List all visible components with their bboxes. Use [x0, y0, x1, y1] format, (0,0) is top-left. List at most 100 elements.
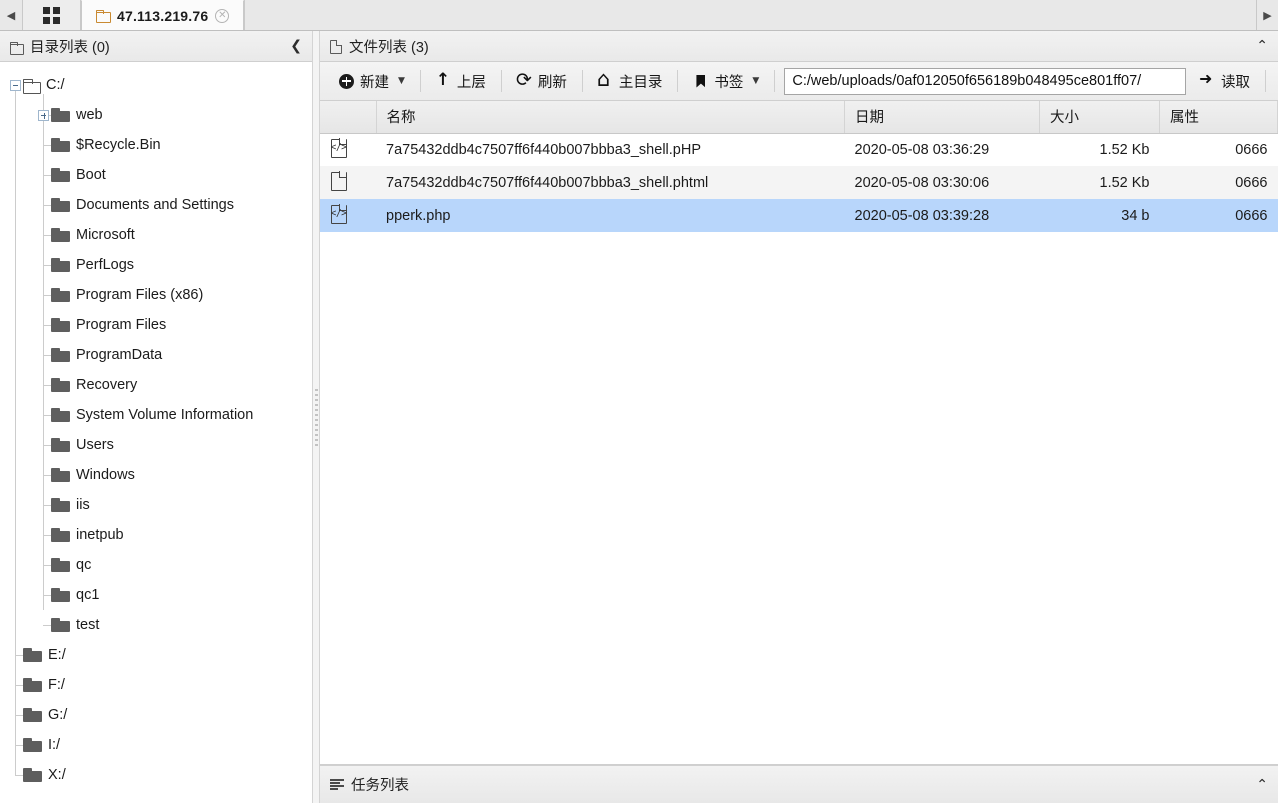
home-button[interactable]: 主目录 [587, 67, 674, 95]
tree-item-program-files-x86[interactable]: Program Files (x86) [0, 280, 312, 310]
tree-item-recovery[interactable]: Recovery [0, 370, 312, 400]
refresh-button[interactable]: 刷新 [506, 67, 578, 95]
code-glyph-icon: </> [330, 207, 347, 219]
folder-icon [51, 558, 70, 572]
table-header-col-name[interactable]: 名称 [376, 101, 845, 134]
table-row[interactable]: 7a75432ddb4c7507ff6f440b007bbba3_shell.p… [320, 166, 1278, 199]
file-size-cell: 34 b [1039, 199, 1160, 232]
folder-icon [51, 378, 70, 392]
collapse-node-icon[interactable] [10, 79, 21, 91]
tree-item-program-files[interactable]: Program Files [0, 310, 312, 340]
task-list-bar[interactable]: 任务列表 ⌃ [320, 765, 1278, 803]
file-attr-cell: 0666 [1159, 166, 1278, 199]
tree-item-recycle-bin[interactable]: $Recycle.Bin [0, 130, 312, 160]
table-header-col-attr[interactable]: 属性 [1159, 101, 1278, 134]
folder-icon [51, 318, 70, 332]
directory-panel-title: 目录列表 (0) [30, 39, 110, 56]
table-row[interactable]: </> 7a75432ddb4c7507ff6f440b007bbba3_shel… [320, 133, 1278, 166]
table-header-row: 名称 日期 大小 属性 [320, 101, 1278, 134]
grid-icon [43, 6, 60, 24]
tree-item-label: Program Files (x86) [76, 287, 204, 303]
list-icon [330, 778, 344, 791]
collapse-file-panel-chevron-icon[interactable]: ⌃ [1256, 38, 1268, 54]
table-header-col-check[interactable] [320, 101, 377, 134]
toolbar-separator [677, 70, 679, 92]
tab-scroll-right-button[interactable]: ▶ [1256, 0, 1278, 30]
tree-item-perflogs[interactable]: PerfLogs [0, 250, 312, 280]
tree-item-system-volume-information[interactable]: System Volume Information [0, 400, 312, 430]
file-name-cell: 7a75432ddb4c7507ff6f440b007bbba3_shell.p… [386, 141, 701, 158]
folder-icon [51, 438, 70, 452]
directory-panel: 目录列表 (0) ❮ C:/ web $Recycle.Bin Boot Documen… [0, 31, 312, 803]
tree-item-x[interactable]: X:/ [0, 760, 312, 790]
new-button-label: 新建 [360, 74, 389, 91]
collapse-task-list-chevron-icon[interactable]: ⌃ [1256, 777, 1268, 793]
folder-icon [51, 528, 70, 542]
tree-item-documents-and-settings[interactable]: Documents and Settings [0, 190, 312, 220]
tree-item-microsoft[interactable]: Microsoft [0, 220, 312, 250]
main-split: 目录列表 (0) ❮ C:/ web $Recycle.Bin Boot Documen… [0, 31, 1278, 803]
php-file-icon: </> [330, 137, 347, 158]
tree-item-qc[interactable]: qc [0, 550, 312, 580]
bookmark-button-label: 书签 [714, 74, 744, 91]
new-button[interactable]: 新建 ▼ [328, 67, 416, 95]
file-size-cell: 1.52 Kb [1099, 141, 1150, 158]
home-button-label: 主目录 [618, 74, 663, 91]
tree-item-qc1[interactable]: qc1 [0, 580, 312, 610]
close-icon[interactable]: ✕ [215, 8, 230, 23]
tree-item-f[interactable]: F:/ [0, 670, 312, 700]
bookmark-button[interactable]: 书签 ▼ [682, 67, 770, 95]
tree-item-programdata[interactable]: ProgramData [0, 340, 312, 370]
dashboard-tab[interactable] [22, 0, 81, 30]
tree-item-label: inetpub [76, 527, 124, 543]
tab-bar-spacer [244, 0, 1256, 30]
panel-splitter[interactable] [312, 31, 320, 803]
expand-node-icon[interactable] [38, 109, 49, 121]
file-name-cell: 7a75432ddb4c7507ff6f440b007bbba3_shell.p… [376, 166, 845, 199]
tree-item-inetpub[interactable]: inetpub [0, 520, 312, 550]
tree-item-label: G:/ [48, 707, 68, 723]
table-row[interactable]: </> pperk.php 2020-05-08 03:39:28 34 b 0666 [320, 199, 1278, 232]
tree-item-windows[interactable]: Windows [0, 460, 312, 490]
bookmark-icon [693, 74, 708, 89]
chevron-down-icon[interactable]: ▼ [752, 76, 759, 86]
read-button[interactable]: 读取 [1189, 67, 1261, 95]
folder-icon [51, 168, 70, 182]
path-input[interactable] [784, 67, 1186, 95]
tab-scroll-left-button[interactable]: ◀ [0, 0, 22, 30]
php-file-icon: </> [330, 203, 347, 224]
folder-icon [51, 258, 70, 272]
tree-item-g[interactable]: G:/ [0, 700, 312, 730]
tree-item-test[interactable]: test [0, 610, 312, 640]
directory-tree[interactable]: C:/ web $Recycle.Bin Boot Documents and Sett… [0, 62, 312, 803]
tree-item-iis[interactable]: iis [0, 490, 312, 520]
tree-item-label: I:/ [48, 737, 61, 753]
tree-item-label: qc1 [76, 587, 100, 603]
tree-item-boot[interactable]: Boot [0, 160, 312, 190]
toolbar-separator [1265, 70, 1266, 92]
chevron-down-icon[interactable]: ▼ [398, 76, 405, 86]
up-button[interactable]: 上层 [425, 67, 497, 95]
table-header-col-size[interactable]: 大小 [1039, 101, 1160, 134]
tree-item-e[interactable]: E:/ [0, 640, 312, 670]
tree-item-label: X:/ [48, 767, 66, 783]
read-button-label: 读取 [1221, 74, 1250, 91]
task-list-title: 任务列表 [351, 778, 409, 794]
folder-icon [51, 468, 70, 482]
folder-icon [51, 348, 70, 362]
document-icon [330, 40, 342, 54]
folder-icon [23, 648, 42, 662]
tree-item-c[interactable]: C:/ [0, 70, 312, 100]
tree-item-users[interactable]: Users [0, 430, 312, 460]
tree-item-label: Documents and Settings [76, 197, 234, 213]
tree-item-label: C:/ [46, 77, 65, 93]
tab-host-47-113-219-76[interactable]: 47.113.219.76 ✕ [81, 0, 245, 30]
folder-open-icon [23, 78, 41, 94]
tree-item-web[interactable]: web [0, 100, 312, 130]
table-header-col-date[interactable]: 日期 [844, 101, 1040, 134]
plain-file-icon [330, 170, 347, 191]
file-icon-cell: </> [320, 199, 376, 232]
file-name-cell: pperk.php [376, 199, 845, 232]
collapse-left-chevron-icon[interactable]: ❮ [290, 38, 302, 54]
tree-item-i[interactable]: I:/ [0, 730, 312, 760]
